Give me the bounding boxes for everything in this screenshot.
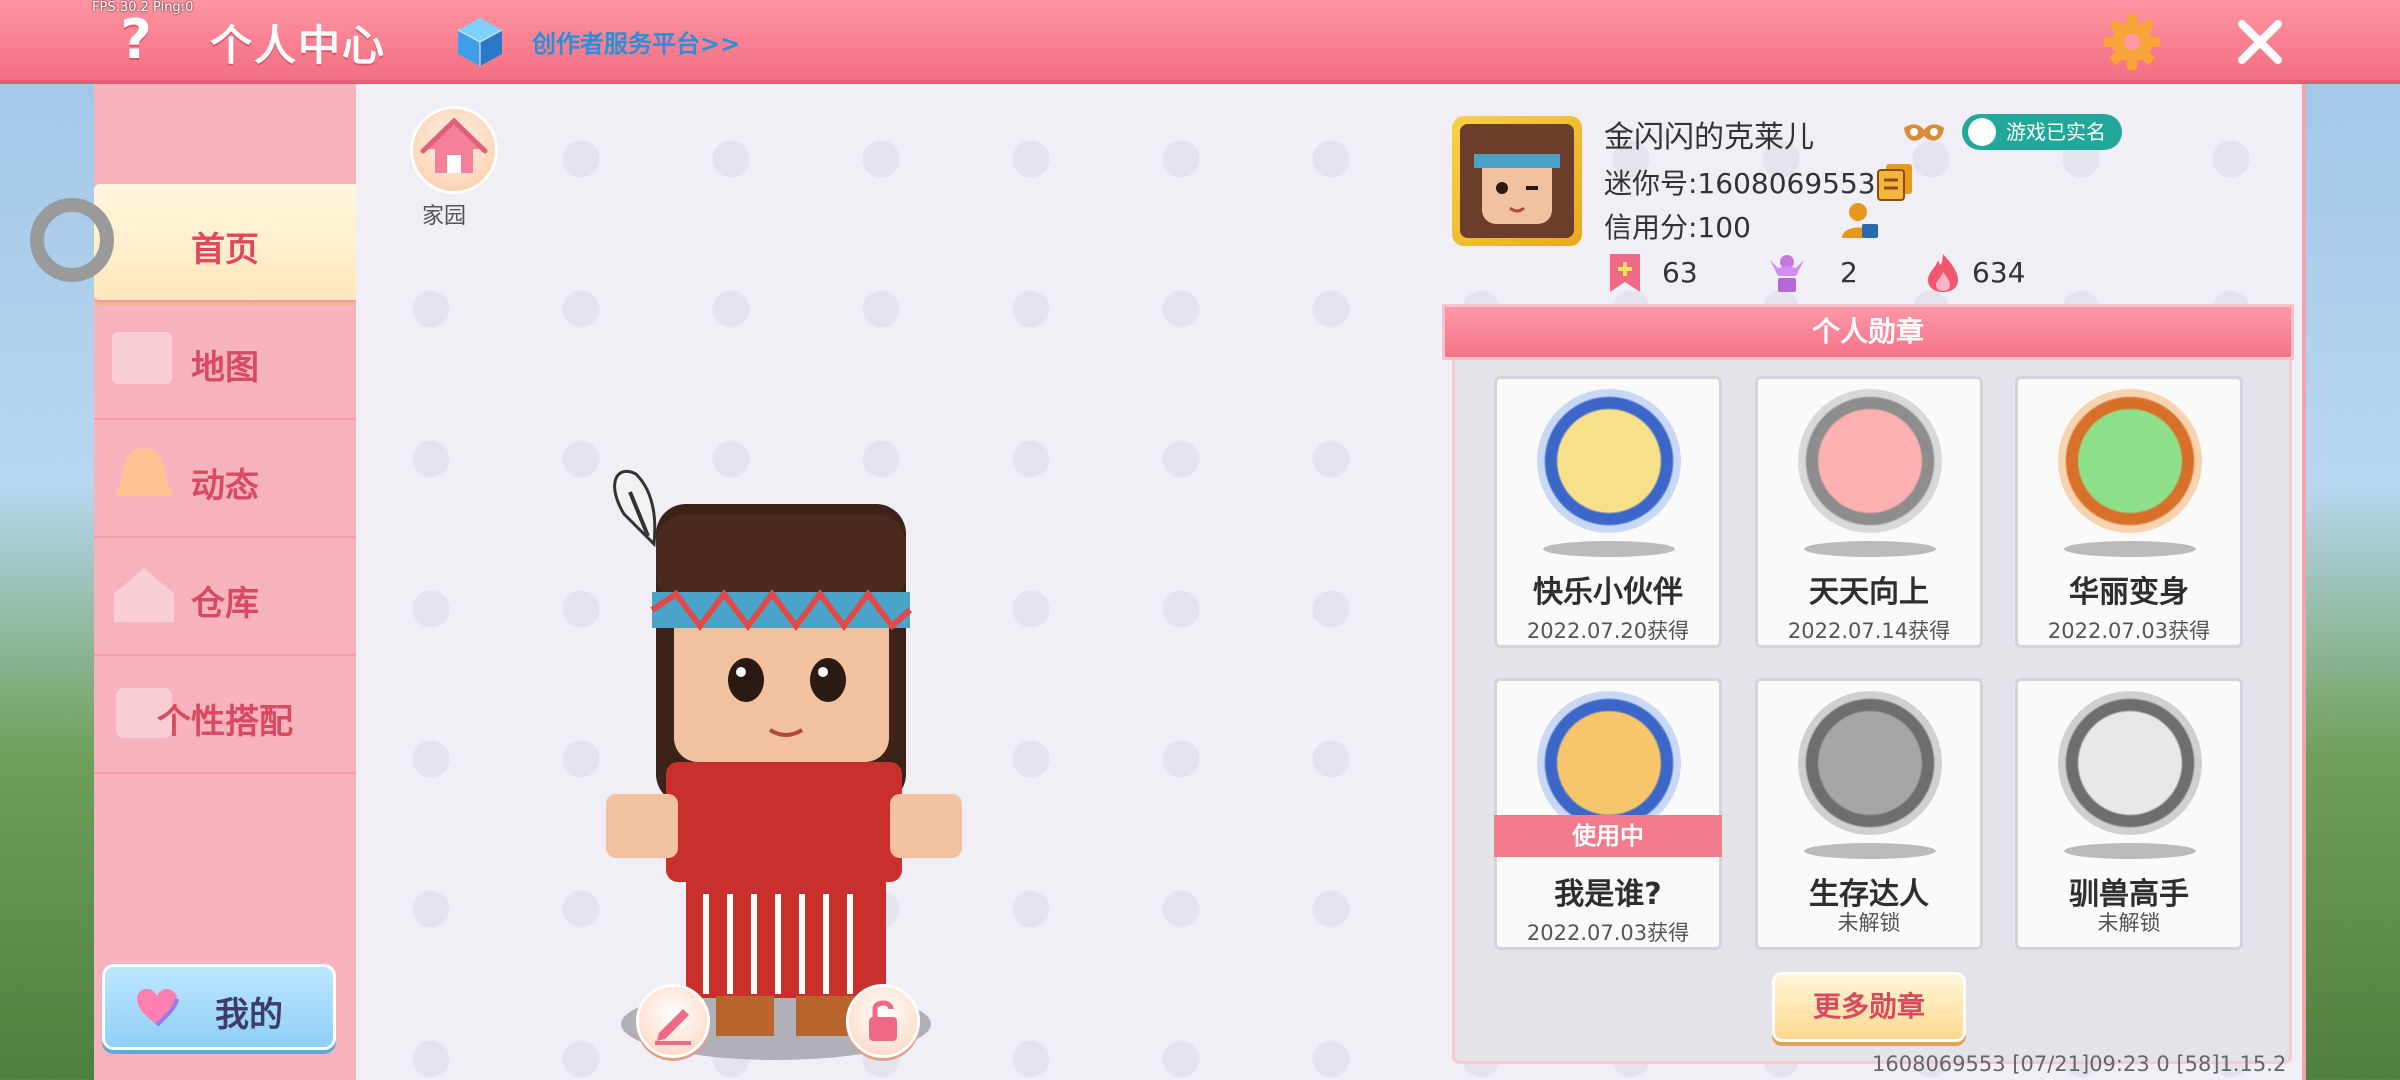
sidebar-item-label: 仓库	[191, 584, 259, 624]
record-button[interactable]	[30, 198, 114, 282]
sidebar-item-activity[interactable]: 动态	[94, 420, 356, 538]
player-character[interactable]	[596, 444, 1016, 1080]
medal-shadow	[2064, 541, 2196, 557]
sidebar-item-label: 地图	[191, 348, 259, 388]
medal-transform-icon	[2058, 389, 2202, 533]
home-label: 家园	[422, 204, 467, 229]
mine-button[interactable]: 我的	[102, 964, 336, 1050]
page-title: 个人中心	[210, 21, 387, 70]
realname-label: 游戏已实名	[2006, 120, 2106, 144]
in-use-badge: 使用中	[1494, 815, 1722, 857]
user-card-icon[interactable]	[1836, 198, 1880, 242]
flame-icon	[1928, 254, 1958, 292]
heart-icon	[137, 989, 179, 1027]
stat-value: 63	[1662, 256, 1698, 289]
mini-id: 迷你号:1608069553	[1604, 167, 1876, 200]
medal-happy-partner-icon	[1537, 389, 1681, 533]
realname-badge: 游戏已实名	[1962, 114, 2122, 150]
medal-card[interactable]: 驯兽高手 未解锁	[2015, 678, 2243, 950]
medal-status: 未解锁	[2097, 911, 2161, 935]
medal-status: 2022.07.14获得	[1787, 619, 1951, 643]
medal-who-am-i-icon	[1537, 691, 1681, 835]
sidebar: 首页 地图 动态 仓库 个性搭配 我的	[94, 84, 356, 1080]
sidebar-item-outfit[interactable]: 个性搭配	[94, 656, 356, 774]
top-bar: FPS:30.2 Ping:0 ? 个人中心 创作者服务平台>>	[0, 0, 2400, 84]
medal-shadow	[1804, 843, 1936, 859]
help-icon: ?	[120, 8, 152, 71]
medal-daily-up-icon	[1798, 389, 1942, 533]
medal-survival-icon	[1798, 691, 1942, 835]
mine-label: 我的	[215, 995, 283, 1035]
lock-button[interactable]	[846, 984, 920, 1058]
bookmark-plus-icon	[1610, 254, 1640, 292]
avatar-portrait	[1460, 124, 1574, 238]
edit-button[interactable]	[636, 984, 710, 1058]
verified-user-icon	[1968, 118, 1996, 146]
medal-shadow	[1543, 541, 1675, 557]
close-icon[interactable]	[2230, 12, 2290, 72]
more-medals-button[interactable]: 更多勋章	[1772, 972, 1966, 1042]
medal-card[interactable]: 快乐小伙伴 2022.07.20获得	[1494, 376, 1722, 648]
medal-status: 未解锁	[1837, 911, 1901, 935]
sidebar-item-label: 首页	[191, 230, 259, 270]
home-icon	[420, 117, 488, 173]
medal-name: 快乐小伙伴	[1533, 575, 1683, 610]
sidebar-item-label: 动态	[191, 466, 259, 506]
medal-shadow	[1804, 541, 1936, 557]
sidebar-item-warehouse[interactable]: 仓库	[94, 538, 356, 656]
gear-icon[interactable]	[2100, 10, 2164, 74]
medal-name: 我是谁?	[1554, 877, 1662, 912]
pencil-icon	[655, 1009, 691, 1045]
sidebar-item-map[interactable]: 地图	[94, 302, 356, 420]
medal-card[interactable]: 使用中 我是谁? 2022.07.03获得	[1494, 678, 1722, 950]
stat-value: 2	[1840, 256, 1858, 289]
medal-status: 2022.07.20获得	[1526, 619, 1690, 643]
medal-name: 天天向上	[1809, 575, 1929, 610]
medal-card[interactable]: 天天向上 2022.07.14获得	[1755, 376, 1983, 648]
lock-icon	[869, 1000, 897, 1041]
medal-card[interactable]: 生存达人 未解锁	[1755, 678, 1983, 950]
trophy-person-icon	[1770, 255, 1804, 292]
medal-status: 2022.07.03获得	[1526, 921, 1690, 945]
profile-avatar[interactable]	[1452, 116, 1582, 246]
mask-icon[interactable]	[1902, 120, 1946, 148]
footer-build-info: 1608069553 [07/21]09:23 0 [58]1.15.2	[1872, 1052, 2287, 1076]
medal-status: 2022.07.03获得	[2047, 619, 2211, 643]
sidebar-item-home[interactable]: 首页	[94, 184, 356, 302]
sidebar-item-label: 个性搭配	[157, 702, 293, 742]
medal-card[interactable]: 华丽变身 2022.07.03获得	[2015, 376, 2243, 648]
home-button[interactable]	[410, 106, 498, 194]
cube-icon	[457, 18, 503, 66]
medal-beast-tamer-icon	[2058, 691, 2202, 835]
nickname: 金闪闪的克莱儿	[1604, 120, 1814, 155]
copy-icon[interactable]	[1876, 162, 1914, 202]
creator-platform-link[interactable]: 创作者服务平台>>	[532, 24, 740, 59]
credit-score: 信用分:100	[1604, 211, 1751, 244]
medal-panel-title: 个人勋章	[1442, 304, 2294, 360]
medal-shadow	[2064, 843, 2196, 859]
help-button[interactable]: ?	[108, 10, 164, 70]
stat-value: 634	[1972, 256, 2026, 289]
medal-name: 华丽变身	[2069, 575, 2189, 610]
